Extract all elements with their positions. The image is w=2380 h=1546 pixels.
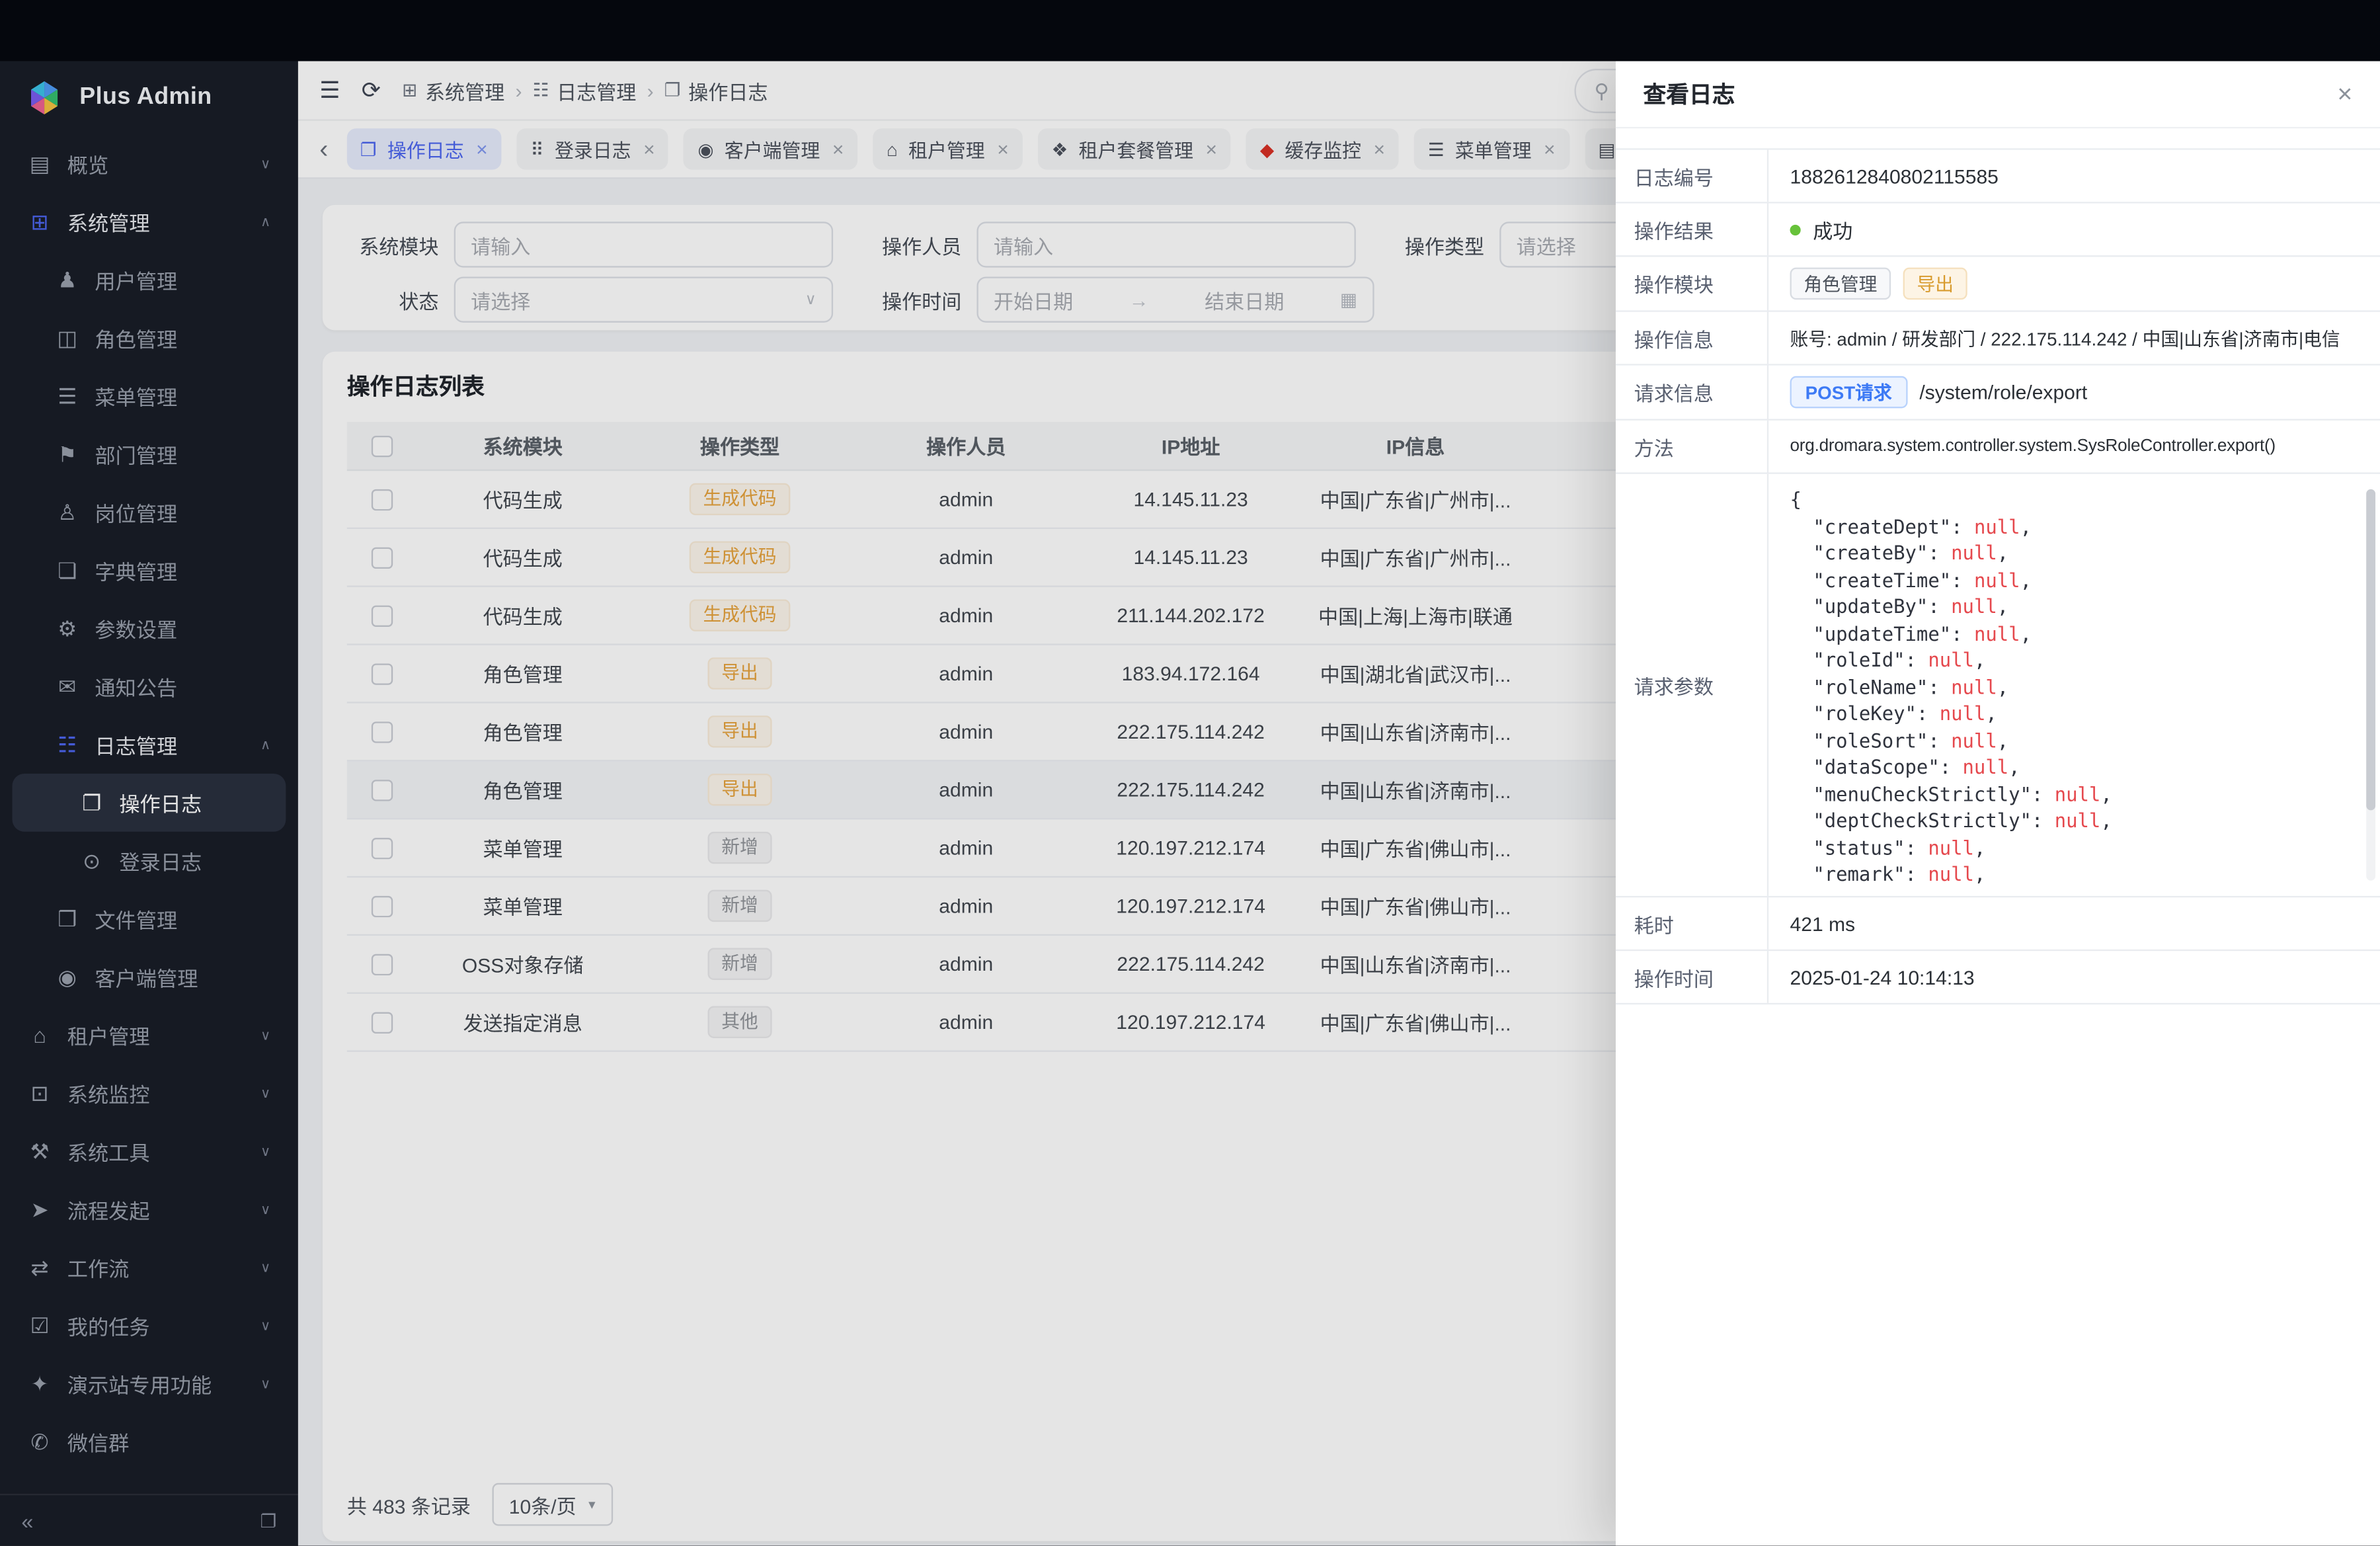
- field-module: 操作模块 角色管理 导出: [1616, 257, 2380, 311]
- result-text: 成功: [1813, 215, 1852, 244]
- drawer-body: 日志编号 1882612840802115585 操作结果 成功 操作模块 角色…: [1616, 128, 2380, 1004]
- field-params: 请求参数 { "createDept": null, "createBy": n…: [1616, 474, 2380, 897]
- field-method: 方法 org.dromara.system.controller.system.…: [1616, 421, 2380, 474]
- scrollbar-track: [2366, 489, 2375, 881]
- module-tag: 角色管理: [1790, 268, 1891, 300]
- top-black-bar: [0, 0, 2380, 61]
- view-log-drawer: 查看日志 × 日志编号 1882612840802115585 操作结果 成功 …: [1616, 61, 2380, 1545]
- field-duration: 耗时 421 ms: [1616, 897, 2380, 951]
- app: Plus Admin ▤概览∨⊞系统管理∧♟用户管理◫角色管理☰菜单管理⚑部门管…: [0, 0, 2380, 1546]
- request-url: /system/role/export: [1919, 381, 2087, 404]
- field-log-id: 日志编号 1882612840802115585: [1616, 148, 2380, 203]
- drawer-header: 查看日志 ×: [1616, 61, 2380, 128]
- field-request: 请求信息 POST请求 /system/role/export: [1616, 366, 2380, 421]
- field-result: 操作结果 成功: [1616, 204, 2380, 257]
- close-icon[interactable]: ×: [2337, 81, 2352, 107]
- post-method-tag: POST请求: [1790, 376, 1907, 409]
- request-params-json[interactable]: { "createDept": null, "createBy": null, …: [1790, 486, 2371, 883]
- field-info: 操作信息 账号: admin / 研发部门 / 222.175.114.242 …: [1616, 312, 2380, 366]
- drawer-title: 查看日志: [1644, 78, 1735, 110]
- field-time: 操作时间 2025-01-24 10:14:13: [1616, 951, 2380, 1004]
- scrollbar-thumb[interactable]: [2366, 489, 2375, 810]
- success-dot-icon: [1790, 224, 1801, 235]
- action-tag: 导出: [1903, 268, 1967, 300]
